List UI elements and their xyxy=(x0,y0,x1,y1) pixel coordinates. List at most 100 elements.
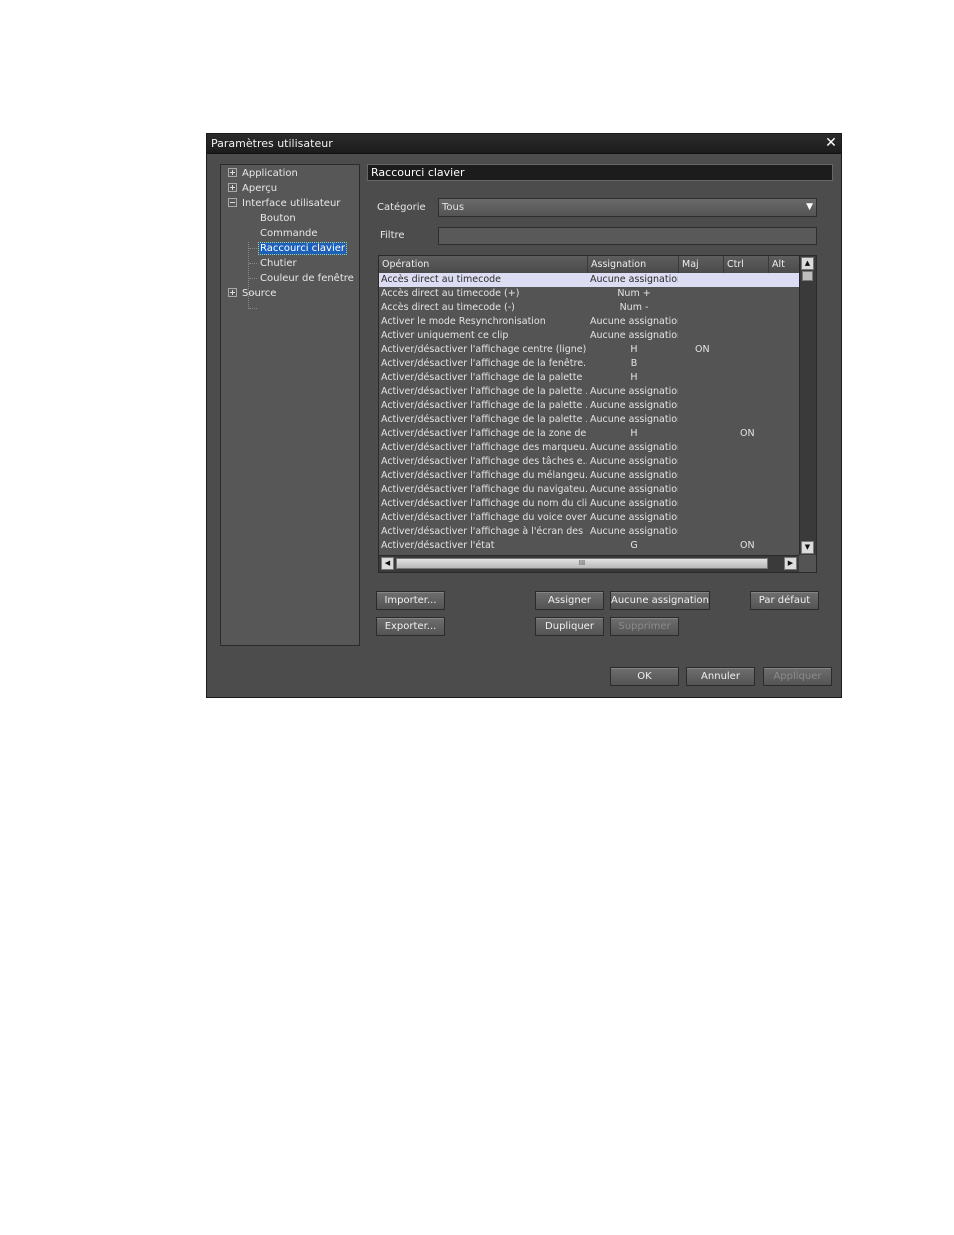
cell-assignation: Aucune assignation xyxy=(590,414,678,425)
category-label: Catégorie xyxy=(377,202,426,213)
cell-operation: Activer/désactiver l'affichage centre (l… xyxy=(381,344,587,355)
tree-item-interface-utilisateur[interactable]: Interface utilisateur xyxy=(228,197,340,211)
cell-operation: Activer/désactiver l'affichage à l'écran… xyxy=(381,526,587,537)
vertical-scroll-thumb[interactable] xyxy=(802,271,813,281)
column-header-assignation[interactable]: Assignation xyxy=(588,256,679,273)
cell-assignation: Aucune assignation xyxy=(590,316,678,327)
tree-guide-branch xyxy=(249,263,257,264)
cell-operation: Accès direct au timecode xyxy=(381,274,502,285)
tree-guide-branch xyxy=(249,278,257,279)
tree-item-raccourci-clavier[interactable]: Raccourci clavier xyxy=(257,242,348,256)
cell-assignation: Aucune assignation xyxy=(590,274,678,285)
cell-ctrl: ON xyxy=(740,428,755,439)
column-header-operation[interactable]: Opération xyxy=(379,256,588,273)
default-button[interactable]: Par défaut xyxy=(750,591,819,610)
table-row[interactable]: Activer/désactiver l'affichage à l'écran… xyxy=(379,525,800,539)
horizontal-scrollbar[interactable]: ◀ III ▶ xyxy=(379,555,800,572)
scroll-left-icon[interactable]: ◀ xyxy=(381,557,394,570)
tree-item-couleur-de-fenetre[interactable]: Couleur de fenêtre xyxy=(260,272,354,286)
scroll-down-icon[interactable]: ▼ xyxy=(801,541,814,554)
table-row[interactable]: Activer/désactiver l'affichage de la pal… xyxy=(379,413,800,427)
no-assignment-button[interactable]: Aucune assignation xyxy=(610,591,710,610)
scroll-up-icon[interactable]: ▲ xyxy=(801,257,814,270)
table-row[interactable]: Accès direct au timecode (-) Num - xyxy=(379,301,800,315)
table-row[interactable]: Activer/désactiver l'affichage de la fen… xyxy=(379,357,800,371)
table-row[interactable]: Activer/désactiver l'affichage de la pal… xyxy=(379,399,800,413)
cell-operation: Activer/désactiver l'affichage de la pal… xyxy=(381,414,587,425)
assign-button[interactable]: Assigner xyxy=(535,591,604,610)
table-row[interactable]: Activer/désactiver l'affichage du naviga… xyxy=(379,483,800,497)
expand-plus-icon[interactable] xyxy=(228,167,237,177)
cell-operation: Activer/désactiver l'affichage de la pal… xyxy=(381,400,587,411)
cell-assignation: Aucune assignation xyxy=(590,512,678,523)
tree-item-apercu[interactable]: Aperçu xyxy=(228,182,277,196)
ok-button[interactable]: OK xyxy=(610,667,679,686)
dialog-title: Paramètres utilisateur xyxy=(211,137,333,150)
scroll-right-icon[interactable]: ▶ xyxy=(784,557,797,570)
cell-assignation: Num - xyxy=(619,302,649,313)
table-header: Opération Assignation Maj Ctrl Alt xyxy=(379,256,800,274)
cell-maj: ON xyxy=(695,344,710,355)
tree-item-commande[interactable]: Commande xyxy=(260,227,318,241)
tree-guide-branch xyxy=(249,308,257,309)
table-row[interactable]: Activer/désactiver l'affichage de la pal… xyxy=(379,385,800,399)
expand-plus-icon[interactable] xyxy=(228,287,237,297)
column-header-alt[interactable]: Alt xyxy=(769,256,800,273)
table-row[interactable]: Activer/désactiver l'état G ON xyxy=(379,539,800,553)
cell-operation: Activer/désactiver l'affichage du voice … xyxy=(381,512,587,523)
table-row[interactable]: Activer/désactiver l'affichage centre (l… xyxy=(379,343,800,357)
column-header-ctrl[interactable]: Ctrl xyxy=(724,256,769,273)
shortcut-table: Opération Assignation Maj Ctrl Alt Accès… xyxy=(378,255,817,573)
cell-operation: Activer/désactiver l'affichage de la fen… xyxy=(381,358,587,369)
table-row[interactable]: Accès direct au timecode Aucune assignati… xyxy=(379,273,800,287)
cell-operation: Activer le mode Resynchronisation xyxy=(381,316,546,327)
table-row[interactable]: Activer/désactiver l'affichage des marqu… xyxy=(379,441,800,455)
dialog-titlebar[interactable]: Paramètres utilisateur ✕ xyxy=(207,134,841,154)
cell-assignation: G xyxy=(630,540,638,551)
cell-operation: Activer/désactiver l'affichage des marqu… xyxy=(381,442,587,453)
tree-item-chutier[interactable]: Chutier xyxy=(260,257,297,271)
cell-assignation: Aucune assignation xyxy=(590,484,678,495)
cancel-button[interactable]: Annuler xyxy=(686,667,755,686)
import-button[interactable]: Importer... xyxy=(376,591,445,610)
close-icon[interactable]: ✕ xyxy=(823,134,839,153)
cell-operation: Activer/désactiver l'état xyxy=(381,540,495,551)
table-row[interactable]: Activer uniquement ce clip Aucune assigna… xyxy=(379,329,800,343)
cell-operation: Activer/désactiver l'affichage de la zon… xyxy=(381,428,587,439)
collapse-minus-icon[interactable] xyxy=(228,197,237,207)
table-row[interactable]: Activer/désactiver l'affichage de la zon… xyxy=(379,427,800,441)
table-row[interactable]: Activer/désactiver l'affichage du mélang… xyxy=(379,469,800,483)
filter-label: Filtre xyxy=(380,230,405,241)
export-button[interactable]: Exporter... xyxy=(376,617,445,636)
cell-assignation: Aucune assignation xyxy=(590,330,678,341)
tree-item-source[interactable]: Source xyxy=(228,287,276,301)
cell-assignation: Num + xyxy=(617,288,651,299)
tree-item-bouton[interactable]: Bouton xyxy=(260,212,296,226)
tree-item-application[interactable]: Application xyxy=(228,167,298,181)
column-header-maj[interactable]: Maj xyxy=(679,256,724,273)
horizontal-scroll-thumb[interactable]: III xyxy=(396,558,768,569)
tree-guide-branch xyxy=(249,248,257,249)
cell-assignation: Aucune assignation xyxy=(590,456,678,467)
chevron-down-icon: ▼ xyxy=(806,202,813,212)
category-value: Tous xyxy=(442,202,465,213)
delete-button: Supprimer xyxy=(610,617,679,636)
table-row[interactable]: Accès direct au timecode (+) Num + xyxy=(379,287,800,301)
category-select[interactable]: Tous ▼ xyxy=(438,198,817,217)
cell-assignation: Aucune assignation xyxy=(590,442,678,453)
cell-ctrl: ON xyxy=(740,540,755,551)
expand-plus-icon[interactable] xyxy=(228,182,237,192)
table-row[interactable]: Activer le mode Resynchronisation Aucune … xyxy=(379,315,800,329)
table-row[interactable]: Activer/désactiver l'affichage du nom du… xyxy=(379,497,800,511)
table-row[interactable]: Activer/désactiver l'affichage du voice … xyxy=(379,511,800,525)
table-row[interactable]: Activer/désactiver l'affichage de la pal… xyxy=(379,371,800,385)
cell-assignation: Aucune assignation xyxy=(590,400,678,411)
cell-assignation: Aucune assignation xyxy=(590,386,678,397)
table-row[interactable]: Activer/désactiver l'affichage des tâche… xyxy=(379,455,800,469)
filter-input[interactable] xyxy=(438,227,817,245)
vertical-scrollbar[interactable]: ▲ ▼ xyxy=(799,256,816,556)
duplicate-button[interactable]: Dupliquer xyxy=(535,617,604,636)
section-header: Raccourci clavier xyxy=(367,164,833,181)
cell-operation: Accès direct au timecode (-) xyxy=(381,302,515,313)
table-body: Accès direct au timecode Aucune assignati… xyxy=(379,273,800,556)
